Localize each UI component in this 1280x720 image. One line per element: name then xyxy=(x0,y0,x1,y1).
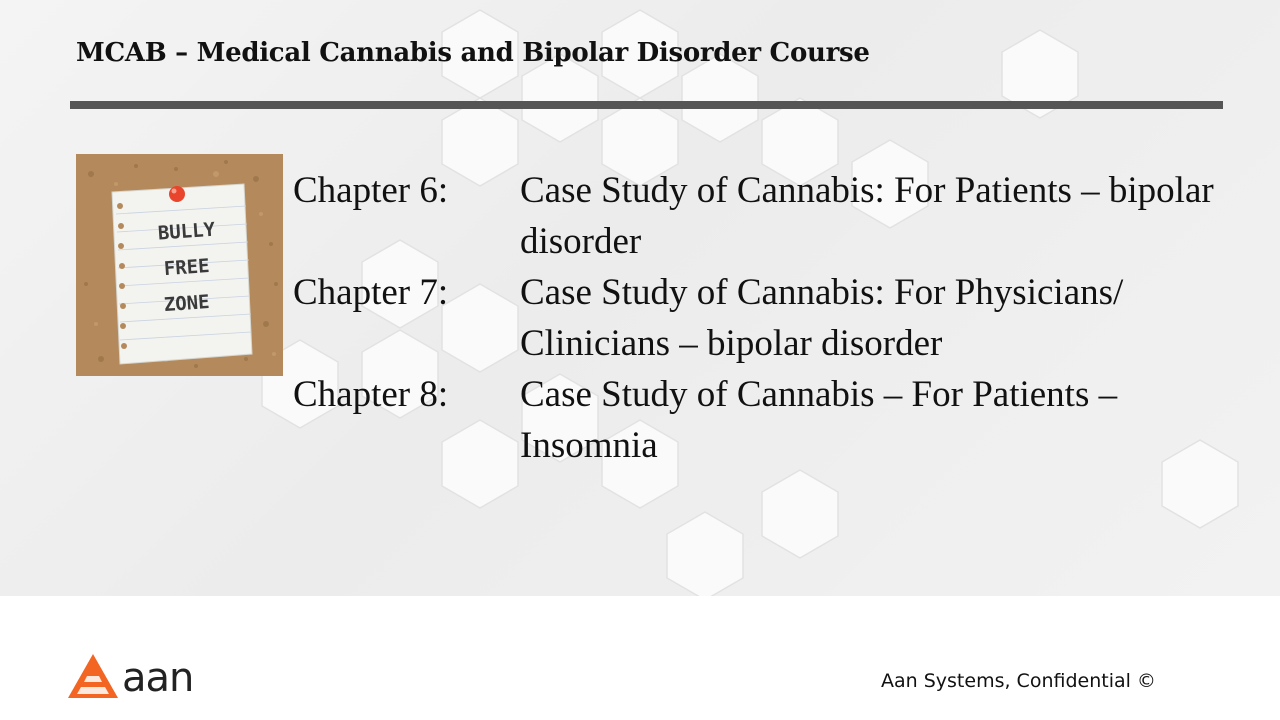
aan-logo: aan xyxy=(68,654,194,701)
chapter-list: Chapter 6: Case Study of Cannabis: For P… xyxy=(293,165,1263,471)
triangle-logo-icon xyxy=(68,654,118,698)
chapter-label: Chapter 6: xyxy=(293,170,449,211)
chapter-title: Case Study of Cannabis: For Patients – b… xyxy=(520,170,1214,262)
chapter-label: Chapter 8: xyxy=(293,374,449,415)
chapter-title: Case Study of Cannabis – For Patients – … xyxy=(520,374,1118,466)
note-line-3: ZONE xyxy=(163,291,210,316)
title-divider xyxy=(70,101,1223,109)
chapter-item: Chapter 8: Case Study of Cannabis – For … xyxy=(293,369,1263,471)
slide-title: MCAB – Medical Cannabis and Bipolar Diso… xyxy=(76,38,870,68)
chapter-item: Chapter 6: Case Study of Cannabis: For P… xyxy=(293,165,1263,267)
note-line-2: FREE xyxy=(163,255,210,280)
footer-confidential: Aan Systems, Confidential © xyxy=(881,670,1156,692)
chapter-item: Chapter 7: Case Study of Cannabis: For P… xyxy=(293,267,1263,369)
logo-wordmark: aan xyxy=(122,655,194,701)
pushpin-icon xyxy=(169,186,185,202)
chapter-title: Case Study of Cannabis: For Physicians/ … xyxy=(520,272,1124,364)
note-line-1: BULLY xyxy=(157,219,216,245)
bully-free-zone-image: BULLY FREE ZONE xyxy=(76,154,283,376)
chapter-label: Chapter 7: xyxy=(293,272,449,313)
